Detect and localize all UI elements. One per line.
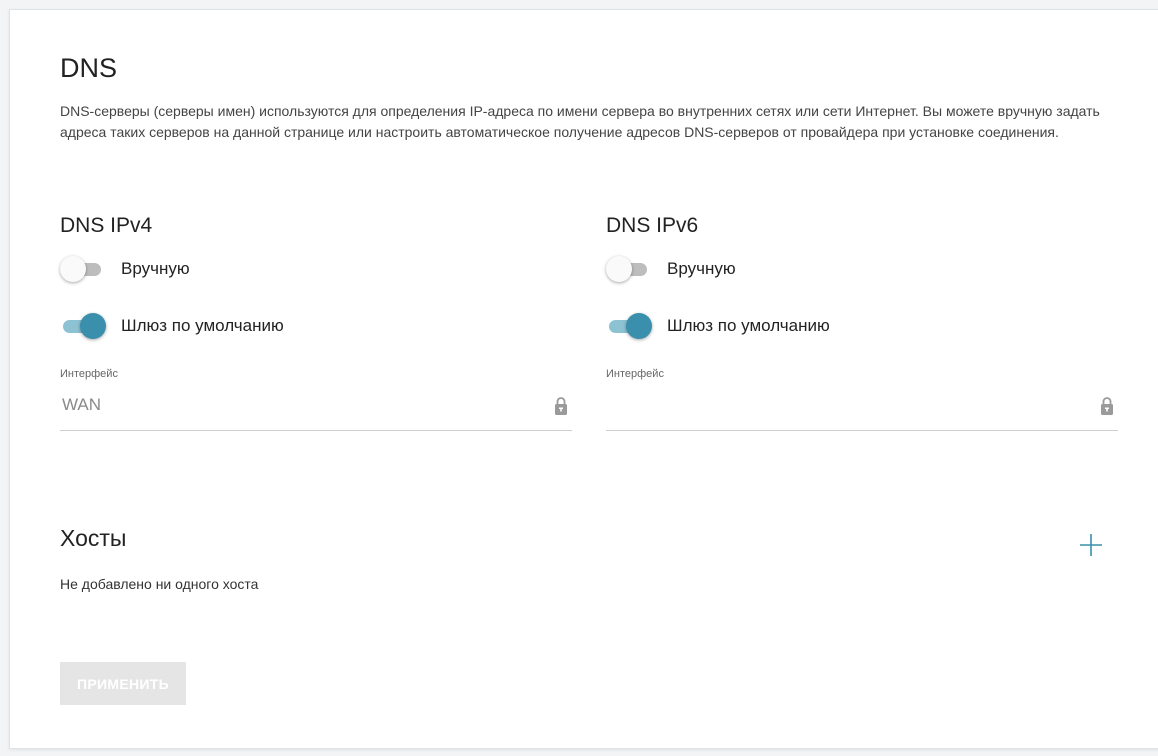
ipv4-interface-value: WAN [62,395,102,414]
ipv6-manual-toggle[interactable] [606,256,650,282]
ipv4-manual-row: Вручную [60,255,190,283]
page-title: DNS [60,53,118,83]
ipv4-manual-label: Вручную [121,259,190,278]
dns-settings-card: DNS DNS-серверы (серверы имен) использую… [9,9,1158,749]
ipv4-interface-label: Интерфейс [60,368,118,380]
ipv6-manual-label: Вручную [667,259,736,278]
ipv6-interface-field[interactable]: Интерфейс [606,368,1118,431]
ipv6-manual-row: Вручную [606,255,736,283]
hosts-empty-text: Не добавлено ни одного хоста [60,576,259,592]
dns-ipv4-title: DNS IPv4 [60,214,153,237]
toggle-thumb [80,313,106,339]
ipv4-interface-field[interactable]: Интерфейс WAN [60,368,572,431]
toggle-thumb [626,313,652,339]
lock-icon [555,397,567,415]
ipv6-gateway-toggle[interactable] [606,313,652,339]
ipv6-gateway-row: Шлюз по умолчанию [606,312,830,340]
apply-button[interactable]: ПРИМЕНИТЬ [60,662,186,705]
ipv4-manual-toggle[interactable] [60,256,104,282]
lock-icon [1101,397,1113,415]
ipv6-interface-label: Интерфейс [606,368,664,380]
toggle-thumb [606,256,632,282]
ipv6-gateway-label: Шлюз по умолчанию [667,316,830,335]
ipv4-gateway-toggle[interactable] [60,313,106,339]
dns-ipv6-title: DNS IPv6 [606,214,699,237]
add-host-button[interactable] [1078,532,1104,558]
hosts-title: Хосты [60,525,127,551]
ipv4-gateway-label: Шлюз по умолчанию [121,316,284,335]
page-description: DNS-серверы (серверы имен) используются … [60,103,1100,140]
ipv4-gateway-row: Шлюз по умолчанию [60,312,284,340]
plus-icon [1080,534,1102,556]
toggle-thumb [60,256,86,282]
